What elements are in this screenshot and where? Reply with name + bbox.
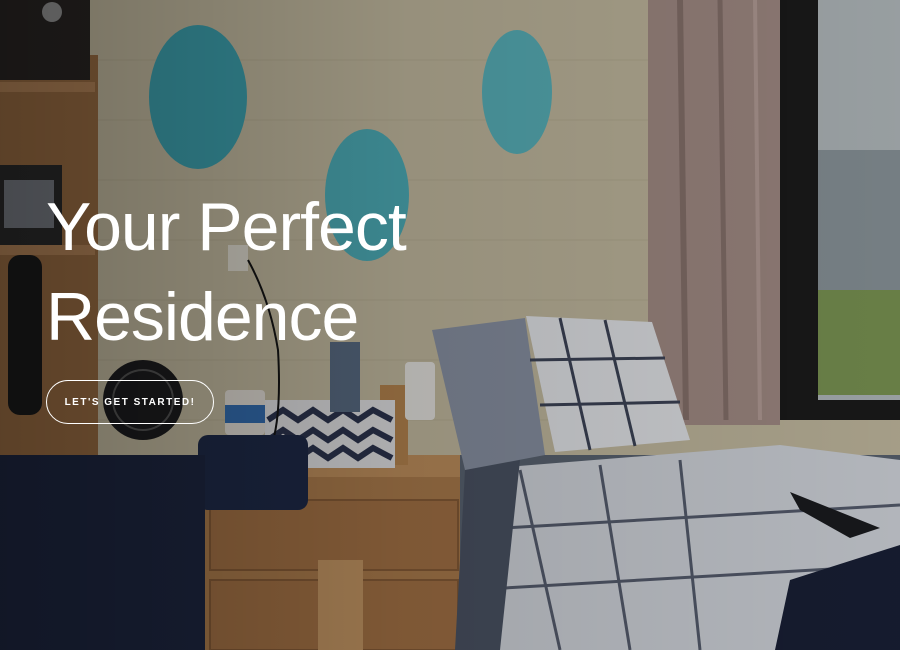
- hero-title: Your Perfect Residence: [46, 182, 407, 362]
- hero-section: Your Perfect Residence LET'S GET STARTED…: [0, 0, 900, 650]
- get-started-button[interactable]: LET'S GET STARTED!: [46, 380, 214, 424]
- hero-title-line-1: Your Perfect: [46, 189, 407, 265]
- hero-title-line-2: Residence: [46, 279, 359, 355]
